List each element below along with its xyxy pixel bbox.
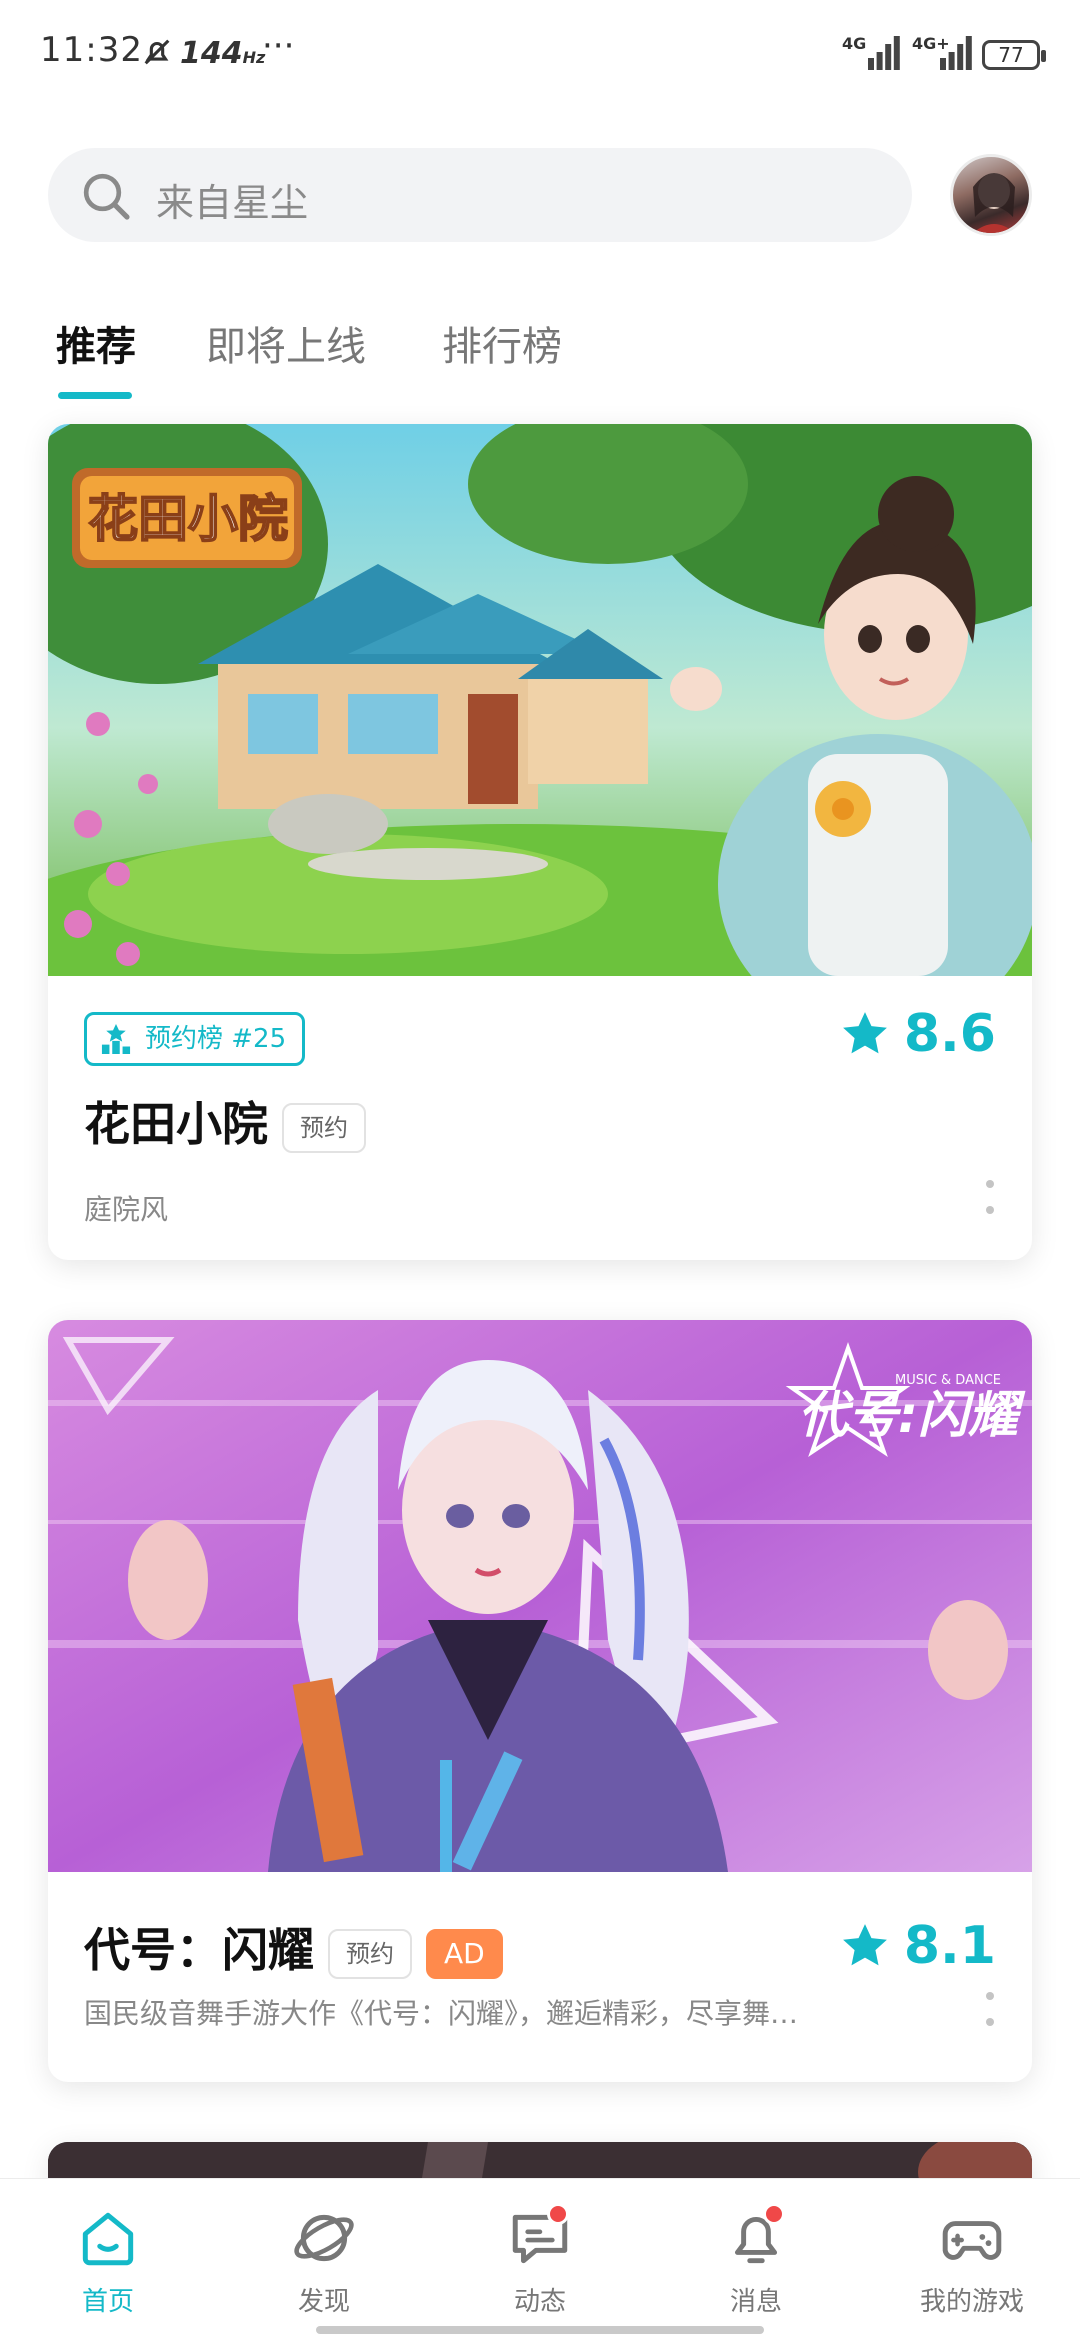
rating: 8.1 [840,1916,996,1976]
banner-logo-text: 花田小院 [88,490,288,548]
game-description: 国民级音舞手游大作《代号：闪耀》，邂逅精彩，尽享舞… [84,1997,799,2030]
game-genre: 庭院风 [84,1193,169,1226]
game-banner[interactable]: MUSIC & DANCE 代号:闪耀 [48,1320,1032,1872]
tab-recommend[interactable]: 推荐 [56,314,136,372]
search-icon [83,173,130,220]
game-title-row: 花田小院 预约 [84,1088,366,1154]
nav-my-games[interactable]: 我的游戏 [864,2205,1080,2318]
nav-discover-label: 发现 [297,2287,350,2317]
bottom-navigation: 首页 发现 动态 消息 我的游戏 [0,2178,1080,2340]
rank-badge[interactable]: 预约榜 #25 [84,1012,306,1066]
rating: 8.6 [840,1004,996,1064]
ad-tag: AD [426,1928,503,1979]
star-icon [843,1012,887,1054]
nav-discover[interactable]: 发现 [216,2205,432,2318]
gamepad-icon [942,2221,1002,2260]
banner-image: 花田小院 [48,424,1032,976]
card-info: 代号：闪耀 预约 AD 8.1 国民级音舞手游大作《代号：闪耀》，邂逅精彩，尽享舞… [48,1872,1032,2082]
banner-image: MUSIC & DANCE 代号:闪耀 [48,1320,1032,1872]
tab-ranking[interactable]: 排行榜 [442,314,562,372]
search-bar[interactable]: 来自星尘 [48,148,912,242]
nav-feed[interactable]: 动态 [432,2203,648,2318]
nav-messages-label: 消息 [729,2287,782,2317]
game-card[interactable]: 花田小院 预约榜 #25 8.6 花田小院 预约 庭院风 [48,424,1032,1260]
nav-home-label: 首页 [81,2287,134,2317]
rating-value: 8.1 [903,1916,996,1976]
rank-badge-label: 预约榜 #25 [145,1024,287,1054]
reserve-tag: 预约 [282,1102,366,1153]
game-card[interactable]: MUSIC & DANCE 代号:闪耀 代号：闪耀 预约 AD 8.1 国民级音舞手… [48,1320,1032,2082]
nav-home[interactable]: 首页 [0,2205,216,2318]
game-title[interactable]: 花田小院 [84,1097,268,1151]
ranking-icon [101,1024,131,1054]
banner-logo-text: 代号:闪耀 [798,1386,1026,1444]
tab-bar: 推荐 即将上线 排行榜 [0,300,1080,410]
status-bar: 11:32 144Hz ··· 4G 4G+ 77 [0,0,1080,100]
more-options-icon[interactable] [986,1180,996,1232]
card-info: 预约榜 #25 8.6 花田小院 预约 庭院风 [48,976,1032,1260]
battery-icon: 77 [982,40,1046,70]
notification-badge [763,2203,785,2225]
game-title[interactable]: 代号：闪耀 [84,1923,314,1977]
search-input[interactable]: 来自星尘 [156,172,308,227]
tab-indicator [58,392,132,399]
home-icon [82,2212,134,2266]
network-label-1: 4G [842,34,867,53]
nav-my-games-label: 我的游戏 [919,2287,1024,2317]
rating-value: 8.6 [903,1004,996,1064]
tab-upcoming[interactable]: 即将上线 [206,314,366,372]
nav-messages[interactable]: 消息 [648,2203,864,2318]
avatar-image [973,173,1015,233]
refresh-rate: 144Hz [180,36,266,71]
bell-off-icon [144,39,170,65]
notification-badge [547,2203,569,2225]
status-time: 11:32 [40,30,143,70]
game-banner[interactable]: 花田小院 [48,424,1032,976]
signal-icon [868,36,900,70]
nav-feed-label: 动态 [513,2287,566,2317]
reserve-tag: 预约 [328,1928,412,1979]
star-icon [843,1924,887,1966]
signal-icon-2 [940,36,972,70]
avatar[interactable] [950,154,1032,236]
status-more: ··· [262,26,295,66]
more-options-icon[interactable] [986,1992,996,2044]
game-title-row: 代号：闪耀 预约 AD [84,1914,503,1980]
planet-icon [294,2214,354,2262]
home-indicator[interactable] [316,2326,764,2334]
